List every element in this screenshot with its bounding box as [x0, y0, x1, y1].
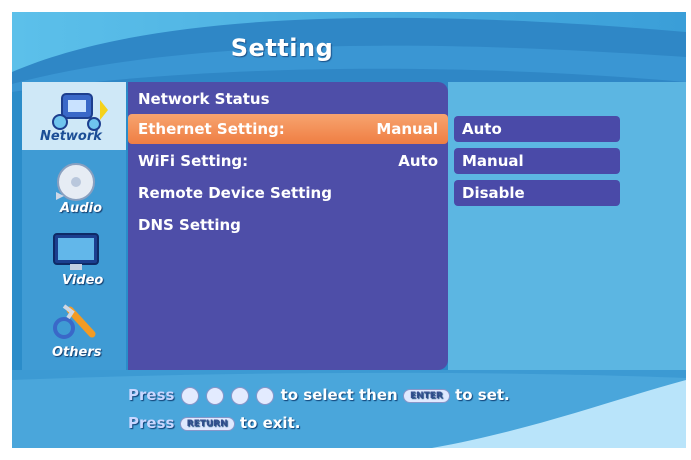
- up-arrow-icon: [180, 386, 199, 405]
- menu-item-value: Auto: [398, 152, 438, 170]
- category-label: Network: [40, 129, 102, 144]
- category-label: Others: [52, 345, 102, 360]
- footer-swoosh: [12, 370, 686, 448]
- others-icon: [53, 304, 96, 339]
- press-text: Press: [128, 414, 175, 432]
- category-audio[interactable]: Audio: [22, 154, 126, 222]
- option-auto[interactable]: Auto: [454, 116, 620, 142]
- network-icon: [52, 93, 108, 131]
- page-title: Setting: [230, 34, 334, 62]
- menu-item-label: DNS Setting: [138, 216, 241, 234]
- menu-item-label: Network Status: [138, 90, 270, 108]
- category-video[interactable]: Video: [22, 226, 126, 294]
- menu-item-ethernet-setting[interactable]: Ethernet Setting: Manual: [128, 114, 448, 144]
- settings-screen: Setting Network Audio Video Others Netwo…: [12, 12, 686, 448]
- left-arrow-icon: [231, 386, 250, 405]
- category-network[interactable]: Network: [22, 82, 126, 150]
- menu-item-remote-device-setting[interactable]: Remote Device Setting: [128, 178, 448, 208]
- down-arrow-icon: [205, 386, 224, 405]
- enter-key-icon: ENTER: [402, 388, 450, 403]
- category-rail: Network Audio Video Others: [22, 82, 126, 370]
- menu-item-label: WiFi Setting:: [138, 152, 249, 170]
- category-label: Audio: [60, 201, 103, 216]
- right-arrow-icon: [256, 386, 275, 405]
- menu-item-dns-setting[interactable]: DNS Setting: [128, 210, 448, 240]
- menu-item-wifi-setting[interactable]: WiFi Setting: Auto: [128, 146, 448, 176]
- option-manual[interactable]: Manual: [454, 148, 620, 174]
- help-line-select: Press to select then ENTER to set.: [128, 386, 510, 405]
- video-icon: [53, 233, 99, 270]
- menu-item-label: Remote Device Setting: [138, 184, 332, 202]
- audio-icon: [56, 163, 95, 201]
- category-label: Video: [62, 273, 104, 288]
- menu-item-label: Ethernet Setting:: [138, 120, 285, 138]
- help-text-exit: to exit.: [239, 414, 301, 432]
- return-key-icon: RETURN: [179, 416, 235, 431]
- category-others[interactable]: Others: [22, 298, 126, 366]
- option-disable[interactable]: Disable: [454, 180, 620, 206]
- options-panel: Auto Manual Disable: [448, 82, 686, 370]
- press-text: Press: [128, 386, 175, 404]
- help-text-set: to set.: [455, 386, 510, 404]
- menu-item-network-status[interactable]: Network Status: [128, 84, 448, 114]
- help-line-exit: Press RETURN to exit.: [128, 414, 300, 432]
- menu-item-value: Manual: [376, 120, 438, 138]
- help-text-select: to select then: [280, 386, 398, 404]
- settings-menu: Network Status Ethernet Setting: Manual …: [128, 82, 448, 370]
